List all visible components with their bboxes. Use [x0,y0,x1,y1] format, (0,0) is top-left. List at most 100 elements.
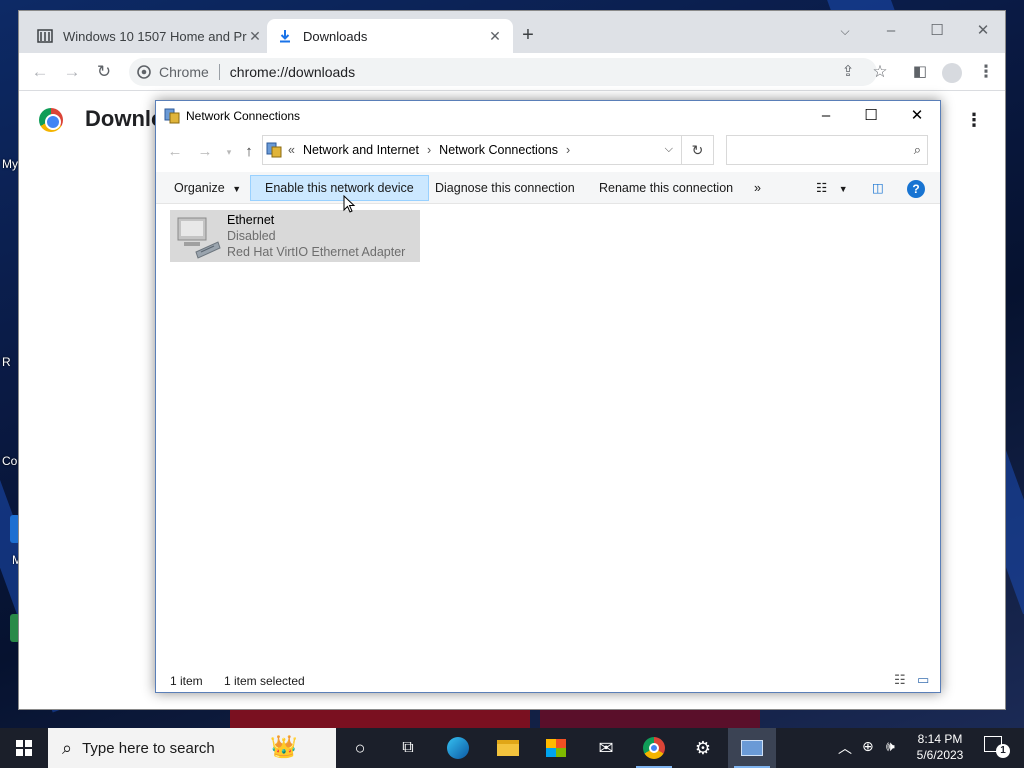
connection-status: Disabled [227,229,276,243]
side-panel-icon[interactable]: ◧ [907,59,933,85]
close-window-button[interactable]: ✕ [894,101,940,131]
clock-time: 8:14 PM [917,732,963,746]
microsoft-store-icon[interactable] [532,728,580,768]
breadcrumb-network-and-internet[interactable]: Network and Internet [303,143,419,157]
cortana-icon[interactable]: ○ [336,728,384,768]
network-connections-icon [266,142,282,158]
search-highlight-icon: 👑 [270,734,298,759]
tab-strip: Windows 10 1507 Home and Pro ✕ Downloads… [19,11,1005,53]
item-count: 1 item [170,674,203,688]
chrome-menu-icon[interactable]: ⋮ [973,59,999,85]
forward-button[interactable]: → [59,59,85,85]
chrome-taskbar-icon[interactable] [630,728,678,768]
search-icon: ⌕ [913,142,921,157]
windows-logo-icon [16,740,32,756]
edge-icon[interactable] [434,728,482,768]
large-icons-view-icon[interactable]: ▭ [917,672,929,688]
view-options-icon: ☷ [816,181,828,195]
mouse-cursor-icon [343,195,356,213]
ethernet-adapter-icon [177,217,221,259]
volume-icon[interactable]: 🕪 [886,738,895,755]
downloads-menu-icon[interactable]: ⋮ [965,110,983,131]
omnibox-separator [218,64,220,80]
close-tab-icon[interactable]: ✕ [247,28,263,45]
chevron-right-icon[interactable]: › [427,143,431,157]
breadcrumb-overflow[interactable]: « [288,143,295,157]
chevron-down-icon: ▼ [838,184,848,194]
browser-toolbar: ← → ↻ Chrome chrome://downloads ⇪ ☆ ◧ ⋮ [19,53,1005,91]
notification-count: 1 [996,744,1010,758]
taskbar: ⌕ Type here to search 👑 ○ ⧉ ✉ ⚙ ︿ ⊕ 🕪 8:… [0,728,1024,768]
back-button[interactable]: ← [27,59,53,85]
tab-title: Downloads [303,28,368,44]
chevron-down-icon[interactable]: ⌵ [665,143,673,156]
desktop-icon-label[interactable]: R [2,355,11,369]
organize-button[interactable]: Organize ▼ [160,175,255,201]
back-button[interactable]: ← [164,141,186,163]
close-tab-icon[interactable]: ✕ [487,28,503,45]
settings-gear-icon[interactable]: ⚙ [679,728,727,768]
chevron-right-icon[interactable]: › [566,143,570,157]
taskbar-search-box[interactable]: ⌕ Type here to search 👑 [48,728,336,768]
maximize-button[interactable]: ☐ [848,101,894,131]
help-icon[interactable]: ? [907,180,925,198]
refresh-button[interactable]: ↻ [682,135,714,165]
clock-date: 5/6/2023 [916,748,964,762]
desktop-icon-label[interactable]: My [2,157,18,171]
site-chip-label: Chrome [159,64,209,80]
connection-adapter: Red Hat VirtIO Ethernet Adapter [227,245,406,259]
profile-avatar[interactable] [939,59,965,85]
bookmark-star-icon[interactable]: ☆ [867,59,893,85]
minimize-button[interactable]: – [803,101,849,131]
diagnose-connection-button[interactable]: Diagnose this connection [421,175,589,201]
window-title: Network Connections [186,109,301,123]
more-commands-button[interactable]: » [740,175,775,201]
search-placeholder: Type here to search [82,739,215,757]
chrome-logo-icon [39,108,63,132]
network-connections-taskbar-icon[interactable] [728,728,776,768]
rename-connection-button[interactable]: Rename this connection [585,175,747,201]
task-view-icon[interactable]: ⧉ [384,728,432,768]
list-item[interactable]: Ethernet Disabled Red Hat VirtIO Etherne… [170,210,420,262]
navigation-bar: ← → ▾ ↑ « Network and Internet › Network… [156,133,940,169]
tab-downloads[interactable]: Downloads ✕ [267,19,513,53]
url-text: chrome://downloads [229,64,356,80]
mail-icon[interactable]: ✉ [582,728,630,768]
minimize-button[interactable]: – [868,17,914,45]
archive-icon [37,29,53,43]
tab-search-icon[interactable]: ⌵ [822,17,868,45]
start-button[interactable] [0,728,48,768]
show-hidden-icons-icon[interactable]: ︿ [838,738,852,758]
up-button[interactable]: ↑ [238,141,260,163]
site-chip[interactable]: Chrome [137,64,209,80]
search-input[interactable]: ⌕ [726,135,928,165]
enable-network-device-button[interactable]: Enable this network device [250,175,429,201]
network-globe-icon[interactable]: ⊕ [862,738,874,755]
chevron-down-icon: ▼ [232,184,242,194]
system-clock[interactable]: 8:14 PM 5/6/2023 [906,731,974,763]
file-explorer-icon[interactable] [484,728,532,768]
search-icon: ⌕ [62,737,73,758]
close-window-button[interactable]: ✕ [960,17,1006,45]
wallpaper-figure [230,708,530,728]
reload-button[interactable]: ↻ [91,59,117,85]
preview-pane-icon[interactable]: ◫ [866,175,890,201]
share-icon[interactable]: ⇪ [835,59,861,85]
tab-windows-10[interactable]: Windows 10 1507 Home and Pro ✕ [27,19,273,53]
window-titlebar[interactable]: Network Connections – ☐ ✕ [156,101,940,131]
breadcrumb[interactable]: « Network and Internet › Network Connect… [262,135,682,165]
details-view-icon[interactable]: ☷ [894,672,906,688]
organize-label: Organize [174,181,225,195]
breadcrumb-network-connections[interactable]: Network Connections [439,143,558,157]
change-view-button[interactable]: ☷ ▼ [810,175,854,201]
desktop-icon-label[interactable]: Co [2,454,17,468]
chrome-logo-icon [137,65,151,79]
tab-title: Windows 10 1507 Home and Pro [63,28,247,44]
recent-locations-icon[interactable]: ▾ [218,141,240,163]
new-tab-button[interactable]: + [517,25,539,47]
forward-button[interactable]: → [194,141,216,163]
address-bar[interactable]: Chrome chrome://downloads [129,58,877,86]
selection-count: 1 item selected [224,674,305,688]
maximize-button[interactable]: ☐ [914,17,960,45]
notification-center-icon[interactable]: 1 [984,736,1010,758]
